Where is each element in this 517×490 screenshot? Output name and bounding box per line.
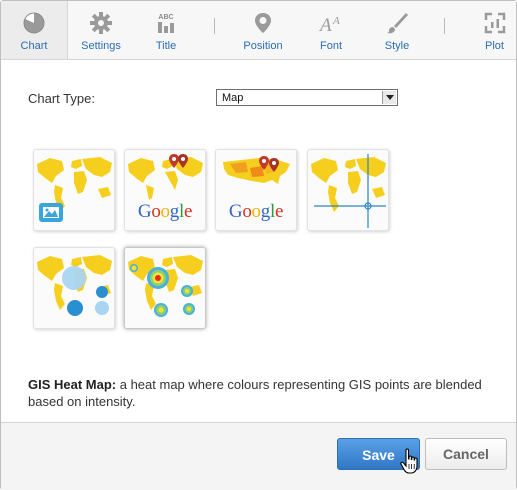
google-logo-letter: G [228, 201, 243, 222]
bubble-map-icon [37, 255, 112, 316]
chart-settings-dialog: Chart Settings ABC Title Position A A Fo… [0, 0, 517, 490]
toolbar-divider [214, 18, 215, 34]
tab-position-label: Position [243, 40, 283, 52]
map-image-thumb[interactable] [33, 149, 115, 231]
heat-map-icon [128, 255, 203, 317]
google-logo-letter: o [151, 201, 161, 222]
map-pin-icon [255, 13, 271, 33]
crosshair-map-icon [311, 154, 386, 228]
toolbar-divider [444, 18, 445, 34]
google-logo-letter: g [169, 201, 180, 222]
gear-icon [90, 12, 112, 34]
chart-type-label: Chart Type: [28, 91, 95, 106]
gis-heat-map-thumb[interactable] [124, 247, 206, 329]
google-logo: Google [216, 201, 296, 223]
crosshair-map-thumb[interactable] [307, 149, 389, 231]
font-icon: A A [319, 15, 340, 35]
google-logo-letter: g [260, 201, 271, 222]
google-usa-map-thumb[interactable]: Google [215, 149, 297, 231]
svg-text:A: A [319, 15, 332, 35]
tab-settings[interactable]: Settings [71, 1, 131, 59]
google-logo-letter: o [242, 201, 252, 222]
world-map-icon [37, 157, 112, 222]
tab-position[interactable]: Position [233, 1, 293, 59]
tab-settings-label: Settings [81, 40, 121, 52]
tab-style[interactable]: Style [373, 1, 421, 59]
google-pin-map-thumb[interactable]: Google [124, 149, 206, 231]
title-icon: ABC [158, 14, 174, 33]
chart-type-value: Map [222, 92, 244, 104]
google-logo-letter: e [183, 201, 193, 222]
description-title: GIS Heat Map: [28, 377, 117, 392]
chevron-down-icon[interactable] [382, 91, 396, 104]
toolbar: Chart Settings ABC Title Position A A Fo… [1, 1, 516, 60]
bubble-map-thumb[interactable] [33, 247, 115, 329]
tab-font[interactable]: A A Font [309, 1, 353, 59]
cancel-button[interactable]: Cancel [425, 438, 507, 470]
google-logo-letter: G [137, 201, 152, 222]
google-logo: Google [125, 201, 205, 223]
chart-type-description: GIS Heat Map: a heat map where colours r… [28, 376, 488, 410]
tab-plot-label: Plot [485, 40, 504, 52]
tab-chart-label: Chart [20, 40, 48, 52]
tab-style-label: Style [384, 40, 410, 52]
brush-icon [387, 13, 408, 34]
plot-icon [484, 12, 505, 34]
hand-cursor-icon [400, 448, 418, 474]
google-logo-letter: e [274, 201, 284, 222]
google-logo-letter: o [251, 201, 262, 222]
chart-type-select[interactable]: Map [216, 89, 398, 106]
svg-text:A: A [332, 15, 340, 27]
title-icon-text: ABC [158, 14, 173, 21]
google-logo-letter: o [160, 201, 171, 222]
tab-font-label: Font [319, 40, 342, 52]
tab-plot[interactable]: Plot [473, 1, 516, 59]
pie-chart-icon [23, 12, 45, 34]
tab-title[interactable]: ABC Title [141, 1, 191, 59]
tab-chart[interactable]: Chart [1, 1, 68, 59]
tab-title-label: Title [155, 40, 177, 52]
